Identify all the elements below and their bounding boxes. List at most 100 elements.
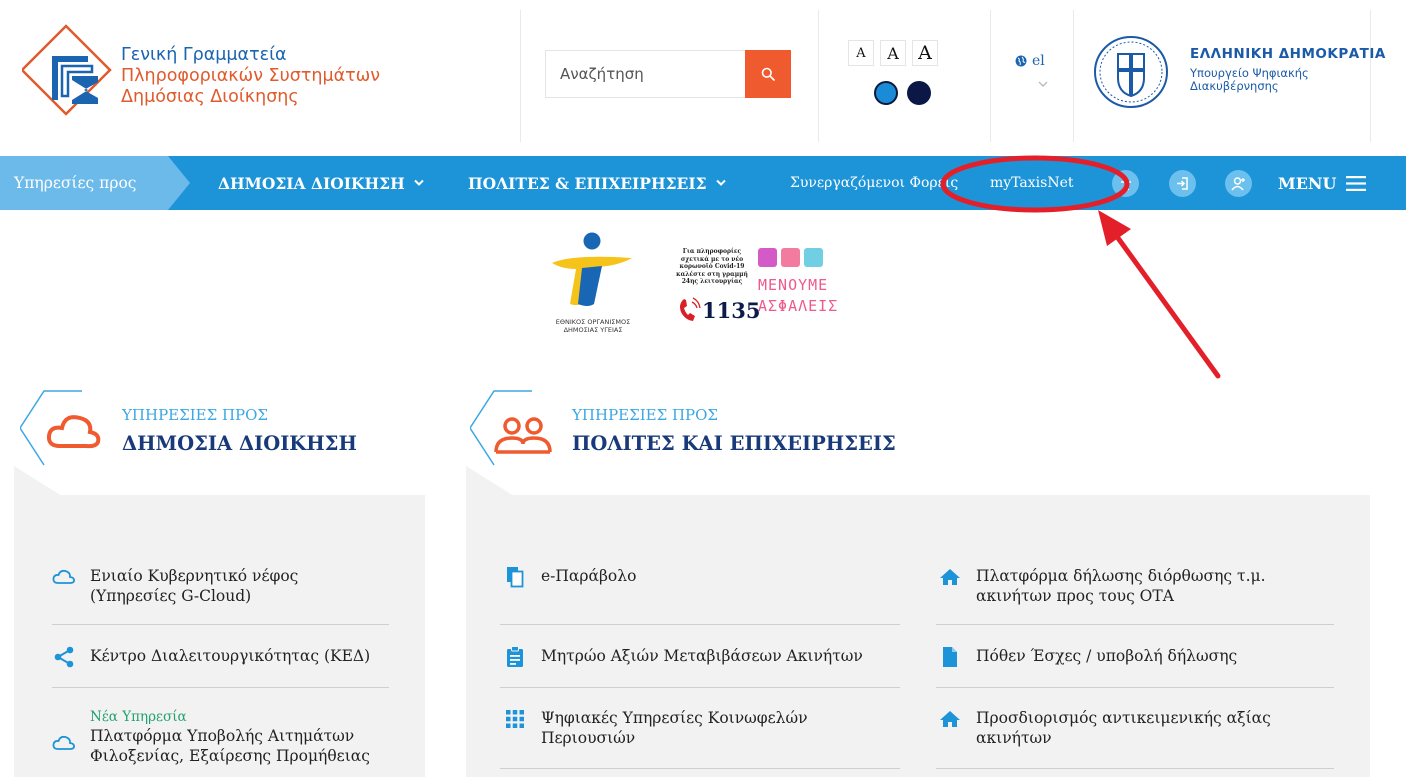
list-item[interactable]: Μητρώο Αξιών Μεταβιβάσεων Ακινήτων: [503, 646, 863, 668]
list-item-label: Μητρώο Αξιών Μεταβιβάσεων Ακινήτων: [541, 647, 863, 665]
nav-citizens-businesses[interactable]: ΠΟΛΙΤΕΣ & ΕΠΙΧΕΙΡΗΣΕΙΣ: [468, 156, 727, 210]
divider: [52, 687, 389, 688]
covid-info-line: Για πληροφορίες: [682, 248, 742, 255]
menu-button[interactable]: MENU: [1278, 156, 1367, 210]
eody-logo-mark: [552, 232, 632, 306]
register-user-button[interactable]: [1225, 170, 1252, 197]
list-item[interactable]: Νέα Υπηρεσία Πλατφόρμα Υποβολής Αιτημάτω…: [52, 708, 370, 766]
list-item-label: Πλατφόρμα Υποβολής Αιτημάτων Φιλοξενίας,…: [90, 727, 370, 765]
menu-label: MENU: [1278, 173, 1337, 193]
greek-emblem-icon: [1094, 36, 1168, 108]
gov-title: ΕΛΛΗΝΙΚΗ ΔΗΜΟΚΡΑΤΙΑ: [1190, 46, 1386, 62]
divider: [52, 624, 389, 625]
chevron-down-icon[interactable]: [1037, 80, 1049, 88]
users-section-icon: [470, 390, 552, 466]
nav-mytaxisnet-link[interactable]: myTaxisNet: [990, 156, 1074, 210]
header-divider: [1073, 10, 1074, 142]
globe-icon: [1015, 55, 1027, 67]
hotline-number: 1135: [702, 298, 761, 323]
pointer-arrow-head: [1098, 210, 1131, 246]
search-button[interactable]: [745, 50, 791, 98]
nav-citizens-businesses-label: ΠΟΛΙΤΕΣ & ΕΠΙΧΕΙΡΗΣΕΙΣ: [468, 173, 707, 193]
font-size-small-button[interactable]: A: [848, 40, 874, 66]
covid-info-line: σχετικά με το νέο: [680, 255, 744, 263]
divider: [500, 624, 900, 625]
accessibility-button[interactable]: [1112, 170, 1139, 197]
phone-icon: [680, 297, 701, 321]
add-user-icon: [1231, 177, 1245, 191]
clipboard-icon: [503, 646, 527, 668]
pointer-arrow-shaft: [1115, 235, 1221, 379]
list-item[interactable]: Πλατφόρμα δήλωσης διόρθωσης τ.μ. ακινήτω…: [938, 566, 1266, 606]
eody-logo[interactable]: ΕΘΝΙΚΟΣ ΟΡΓΑΝΙΣΜΟΣ ΔΗΜΟΣΙΑΣ ΥΓΕΙΑΣ: [548, 232, 638, 352]
list-item-label: Ψηφιακές Υπηρεσίες Κοινωφελών Περιουσιών: [541, 709, 808, 747]
login-icon: [1177, 177, 1188, 190]
language-label: el: [1032, 53, 1045, 69]
theme-blue-button[interactable]: [874, 81, 898, 105]
covid-info-line: καλέστε στη γραμμή: [676, 270, 748, 278]
theme-switcher: [874, 81, 931, 105]
search-input[interactable]: [546, 51, 746, 97]
list-item-label: e-Παράβολο: [541, 567, 637, 585]
stay-safe-square: [758, 248, 777, 267]
list-item-label: Πλατφόρμα δήλωσης διόρθωσης τ.μ. ακινήτω…: [976, 567, 1266, 605]
stay-safe-text: ΜΕΝΟΥΜΕ: [758, 276, 829, 294]
list-item[interactable]: Ψηφιακές Υπηρεσίες Κοινωφελών Περιουσιών: [503, 708, 808, 748]
nav-partners-link[interactable]: Συνεργαζόμενοι Φορείς: [790, 156, 958, 210]
covid-info-text: Για πληροφορίες σχετικά με το νέο κορωνο…: [672, 248, 752, 286]
new-service-badge: Νέα Υπηρεσία: [90, 709, 187, 725]
chevron-down-icon: [715, 179, 726, 186]
copy-icon: [503, 566, 527, 588]
list-item[interactable]: Κέντρο Διαλειτουργικότητας (ΚΕΔ): [52, 646, 370, 668]
gov-ministry-line: Διακυβέρνησης: [1190, 79, 1279, 93]
theme-dark-button[interactable]: [907, 81, 931, 105]
logo-line-3: Δημόσιας Διοίκησης: [121, 87, 299, 107]
cloud-section-icon: [20, 390, 101, 466]
gsis-logo-text: Γενική Γραμματεία Πληροφοριακών Συστημάτ…: [121, 45, 380, 108]
list-item[interactable]: Ενιαίο Κυβερνητικό νέφος (Υπηρεσίες G-Cl…: [52, 566, 298, 606]
gsis-logo-mark: [22, 24, 112, 116]
covid-info-line: 24ης λειτουργίας: [681, 278, 743, 285]
nav-public-administration[interactable]: ΔΗΜΟΣΙΑ ΔΙΟΙΚΗΣΗ: [218, 156, 425, 210]
gsis-logo[interactable]: Γενική Γραμματεία Πληροφοριακών Συστημάτ…: [22, 22, 402, 122]
eody-logo-line: ΔΗΜΟΣΙΑΣ ΥΓΕΙΑΣ: [563, 326, 623, 334]
language-selector[interactable]: el: [1015, 53, 1045, 69]
divider: [936, 768, 1334, 769]
nav-public-administration-label: ΔΗΜΟΣΙΑ ΔΙΟΙΚΗΣΗ: [218, 173, 405, 193]
file-icon: [938, 646, 962, 668]
header-divider: [818, 10, 819, 142]
logo-line-1: Γενική Γραμματεία: [121, 45, 287, 65]
divider: [936, 687, 1334, 688]
list-item-label: Προσδιορισμός αντικειμενικής αξίας ακινή…: [976, 709, 1271, 747]
search-box: [545, 50, 791, 98]
site-header: Γενική Γραμματεία Πληροφοριακών Συστημάτ…: [0, 0, 1406, 156]
divider: [500, 687, 900, 688]
grid-icon: [503, 708, 527, 730]
accessibility-icon: [1120, 177, 1131, 190]
home-icon: [938, 566, 962, 588]
covid-info-line: κορωνοϊό Covid-19: [679, 263, 745, 270]
list-item-label: Ενιαίο Κυβερνητικό νέφος (Υπηρεσίες G-Cl…: [90, 567, 299, 605]
public-admin-kicker: ΥΠΗΡΕΣΙΕΣ ΠΡΟΣ: [122, 406, 269, 424]
logo-line-2: Πληροφοριακών Συστημάτων: [121, 66, 381, 86]
font-size-medium-button[interactable]: A: [880, 40, 906, 66]
list-item[interactable]: Πόθεν Έσχες / υποβολή δήλωσης: [938, 646, 1237, 668]
login-button[interactable]: [1169, 170, 1196, 197]
share-icon: [52, 646, 76, 668]
hellenic-republic-logo[interactable]: ΕΛΛΗΝΙΚΗ ΔΗΜΟΚΡΑΤΙΑ Υπουργείο Ψηφιακής Δ…: [1085, 32, 1385, 112]
list-item[interactable]: e-Παράβολο: [503, 566, 636, 588]
public-admin-title[interactable]: ΔΗΜΟΣΙΑ ΔΙΟΙΚΗΣΗ: [122, 432, 357, 455]
font-size-large-button[interactable]: A: [912, 40, 938, 66]
panel-tab: [14, 466, 62, 496]
list-item-content: Νέα Υπηρεσία Πλατφόρμα Υποβολής Αιτημάτω…: [90, 708, 370, 766]
divider: [936, 624, 1334, 625]
stay-safe-square: [804, 248, 823, 267]
services-for-label: Υπηρεσίες προς: [0, 156, 190, 210]
citizens-title[interactable]: ΠΟΛΙΤΕΣ ΚΑΙ ΕΠΙΧΕΙΡΗΣΕΙΣ: [572, 432, 896, 455]
header-divider: [520, 10, 521, 142]
header-divider: [990, 10, 991, 142]
list-item[interactable]: Προσδιορισμός αντικειμενικής αξίας ακινή…: [938, 708, 1271, 748]
covid-hotline-banner[interactable]: Για πληροφορίες σχετικά με το νέο κορωνο…: [672, 242, 842, 332]
list-item-label: Κέντρο Διαλειτουργικότητας (ΚΕΔ): [90, 647, 371, 665]
citizens-kicker: ΥΠΗΡΕΣΙΕΣ ΠΡΟΣ: [572, 406, 719, 424]
